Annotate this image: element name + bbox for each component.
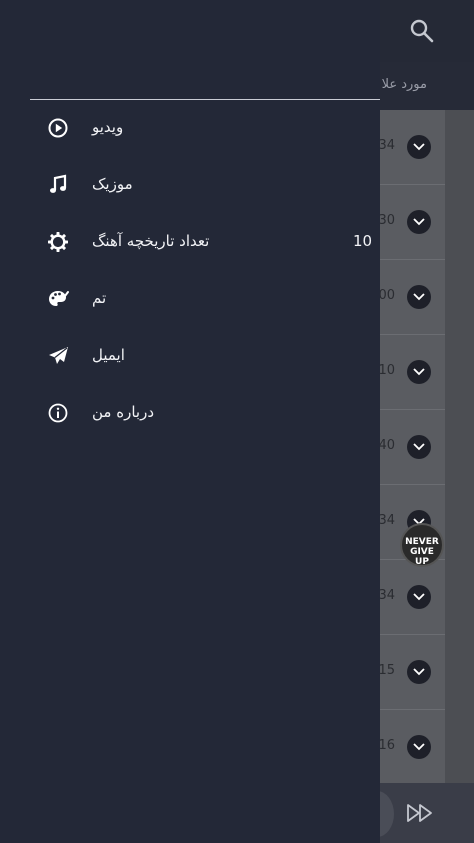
item-duration: 34 <box>378 513 395 528</box>
menu-item-label: تم <box>92 289 107 307</box>
info-icon <box>47 402 69 424</box>
never-give-up-badge[interactable]: NEVER GIVE UP <box>400 523 444 567</box>
palette-icon <box>47 288 69 310</box>
music-note-icon <box>47 174 69 196</box>
chevron-down-icon[interactable] <box>407 360 431 384</box>
item-duration: 00 <box>378 288 395 303</box>
chevron-down-icon[interactable] <box>407 735 431 759</box>
menu-item-label: ایمیل <box>92 346 125 364</box>
item-duration: 40 <box>378 438 395 453</box>
menu-item-label: ویدیو <box>92 118 124 136</box>
menu-item-label: تعداد تاریخچه آهنگ <box>92 232 210 250</box>
badge-text-line1: NEVER <box>405 537 439 547</box>
chevron-down-icon[interactable] <box>407 285 431 309</box>
item-duration: 34 <box>378 588 395 603</box>
item-duration: 15 <box>378 663 395 678</box>
chevron-down-icon[interactable] <box>407 210 431 234</box>
fast-forward-icon[interactable] <box>406 803 434 827</box>
menu-item-label: درباره من <box>92 403 154 421</box>
menu-item-about[interactable]: درباره من <box>0 385 380 442</box>
menu-item-theme[interactable]: تم <box>0 271 380 328</box>
play-circle-icon <box>47 117 69 139</box>
search-icon[interactable] <box>409 18 435 44</box>
menu-item-music[interactable]: موزیک <box>0 157 380 214</box>
navigation-drawer: ویدیو موزیک تعداد تاریخچه آهنگ 10 تم ایم… <box>0 0 380 843</box>
chevron-down-icon[interactable] <box>407 435 431 459</box>
gear-icon <box>47 231 69 253</box>
item-duration: 10 <box>378 363 395 378</box>
chevron-down-icon[interactable] <box>407 585 431 609</box>
send-icon <box>47 345 69 367</box>
scrollbar[interactable] <box>445 110 474 783</box>
menu-item-video[interactable]: ویدیو <box>0 100 380 157</box>
item-duration: 30 <box>378 213 395 228</box>
badge-text-line2: GIVE UP <box>410 547 434 567</box>
chevron-down-icon[interactable] <box>407 660 431 684</box>
chevron-down-icon[interactable] <box>407 135 431 159</box>
menu-item-history-count[interactable]: تعداد تاریخچه آهنگ 10 <box>0 214 380 271</box>
menu-item-label: موزیک <box>92 175 133 193</box>
tab-favorites[interactable]: مورد علا <box>382 77 427 92</box>
history-count-value: 10 <box>353 232 373 250</box>
menu-item-email[interactable]: ایمیل <box>0 328 380 385</box>
item-duration: 34 <box>378 138 395 153</box>
item-duration: 16 <box>378 738 395 753</box>
